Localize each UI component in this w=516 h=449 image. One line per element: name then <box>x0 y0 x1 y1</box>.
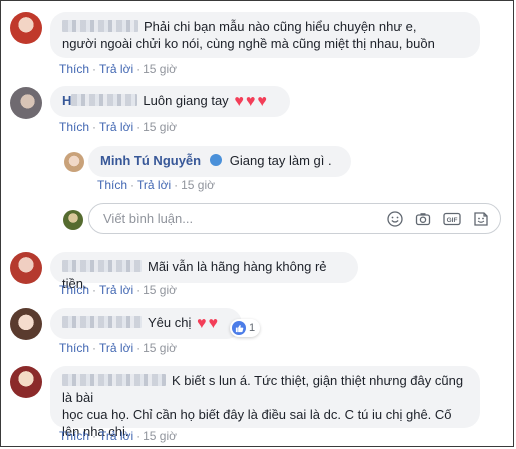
avatar[interactable] <box>10 87 42 119</box>
heart-icon: ♥ <box>245 93 256 110</box>
reply-bubble: Minh Tú Nguyễn Giang tay làm gì . <box>88 146 351 177</box>
blurred-author-name[interactable] <box>62 260 142 272</box>
comment-input[interactable] <box>101 210 365 227</box>
like-link[interactable]: Thích <box>97 178 127 192</box>
reply-link[interactable]: Trả lời <box>99 341 133 355</box>
timestamp[interactable]: 15 giờ <box>143 341 177 355</box>
comment-bubble: Mãi vẫn là hãng hàng không rẻ tiền. <box>50 252 358 291</box>
comment-actions: Thích · Trả lời · 15 giờ <box>59 283 177 297</box>
reaction-count: 1 <box>249 322 256 334</box>
reply-actions: Thích · Trả lời · 15 giờ <box>97 178 215 192</box>
reply-link[interactable]: Trả lời <box>99 62 133 76</box>
comment-actions: Thích · Trả lời · 15 giờ <box>59 341 177 355</box>
comment-input-box[interactable]: GIF <box>88 203 501 234</box>
comment-text-line2: học cua họ. Chỉ cần họ biết đây là điều … <box>62 407 452 422</box>
like-link[interactable]: Thích <box>59 120 89 134</box>
like-link[interactable]: Thích <box>59 429 89 443</box>
like-link[interactable]: Thích <box>59 62 89 76</box>
reply-link[interactable]: Trả lời <box>137 178 171 192</box>
timestamp[interactable]: 15 giờ <box>143 62 177 76</box>
comment-text: Yêu chị <box>148 315 192 330</box>
comment-actions: Thích · Trả lời · 15 giờ <box>59 429 177 443</box>
heart-icon: ♥ <box>197 315 207 332</box>
avatar[interactable] <box>64 152 84 172</box>
blurred-author-name[interactable] <box>62 316 142 328</box>
timestamp[interactable]: 15 giờ <box>143 120 177 134</box>
comment-bubble: Yêu chị ♥ ♥ <box>50 308 242 339</box>
comment-bubble: H Luôn giang tay ♥ ♥ ♥ <box>50 86 290 117</box>
reply-link[interactable]: Trả lời <box>99 283 133 297</box>
gif-icon[interactable]: GIF <box>443 211 461 227</box>
comment-text-line1: Phải chi bạn mẫu nào cũng hiểu chuyện nh… <box>144 19 417 34</box>
author-name[interactable]: Minh Tú Nguyễn <box>100 153 201 168</box>
avatar[interactable] <box>10 12 42 44</box>
reply-text: Giang tay làm gì . <box>229 153 332 168</box>
author-initial[interactable]: H <box>62 93 71 108</box>
blurred-author-name[interactable] <box>62 20 138 32</box>
sticker-icon[interactable] <box>473 211 489 227</box>
comment-text-line2: người ngoài chửi ko nói, cùng nghề mà cũ… <box>62 36 435 51</box>
svg-text:GIF: GIF <box>447 217 458 224</box>
reply-link[interactable]: Trả lời <box>99 429 133 443</box>
comment-bubble: K biết s lun á. Tức thiệt, giận thiệt nh… <box>50 366 480 439</box>
avatar[interactable] <box>10 366 42 398</box>
timestamp[interactable]: 15 giờ <box>181 178 215 192</box>
heart-icon: ♥ <box>234 93 244 110</box>
reply-link[interactable]: Trả lời <box>99 120 133 134</box>
comment-actions: Thích · Trả lời · 15 giờ <box>59 62 177 76</box>
reaction-count-badge[interactable]: 1 <box>230 319 261 337</box>
emoji-icon[interactable] <box>387 211 403 227</box>
comment-actions: Thích · Trả lời · 15 giờ <box>59 120 177 134</box>
like-icon <box>232 321 246 335</box>
timestamp[interactable]: 15 giờ <box>143 429 177 443</box>
verified-badge-icon <box>210 154 223 166</box>
heart-icon: ♥ <box>208 315 219 332</box>
like-link[interactable]: Thích <box>59 341 89 355</box>
avatar[interactable] <box>10 308 42 340</box>
avatar[interactable] <box>63 210 83 230</box>
camera-icon[interactable] <box>415 211 431 227</box>
blurred-author-name[interactable] <box>62 374 166 386</box>
heart-icon: ♥ <box>257 93 267 110</box>
comment-bubble: Phải chi bạn mẫu nào cũng hiểu chuyện nh… <box>50 12 480 58</box>
blurred-author-name[interactable] <box>71 94 138 106</box>
avatar[interactable] <box>10 252 42 284</box>
like-link[interactable]: Thích <box>59 283 89 297</box>
timestamp[interactable]: 15 giờ <box>143 283 177 297</box>
comment-text: Luôn giang tay <box>143 93 229 108</box>
